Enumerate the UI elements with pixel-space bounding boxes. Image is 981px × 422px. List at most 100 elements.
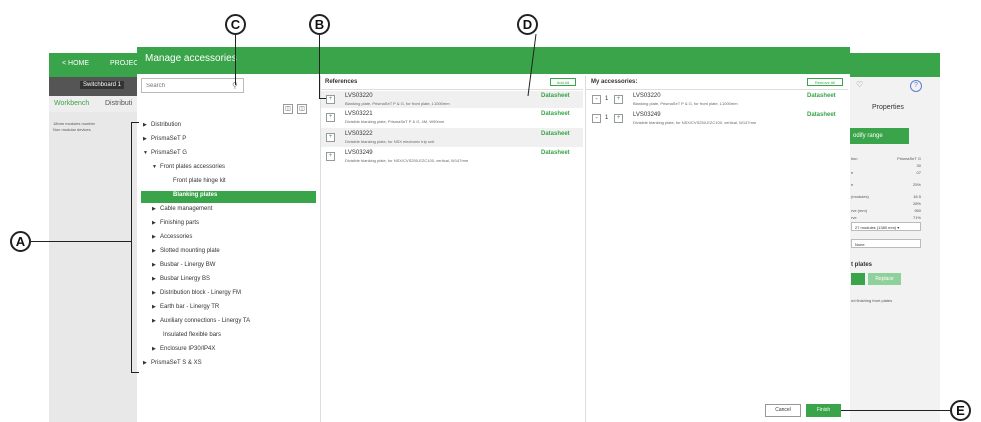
minus-icon[interactable]: - [592,95,601,104]
plus-icon[interactable]: + [614,114,623,123]
tree-item-prismaset-p[interactable]: ▶ PrismaSeT P [141,135,319,149]
cancel-button[interactable]: Cancel [765,404,801,417]
callout-b: B [309,14,330,35]
datasheet-link[interactable]: Datasheet [807,93,836,99]
reference-description: Divisible blanking plate, PrismaSeT P & … [345,119,445,124]
references-header: References [325,79,358,85]
bell-icon[interactable]: ♡ [856,80,863,89]
add-icon[interactable]: + [326,95,335,104]
tree-item-auxiliary-connections[interactable]: ▶ Auxiliary connections - Linergy TA [141,317,319,331]
minus-icon[interactable]: - [592,114,601,123]
tree-item-earth-bar[interactable]: ▶ Earth bar - Linergy TR [141,303,319,317]
accessory-description: Blanking plate, PrismaSeT P & G, for fro… [633,101,738,106]
tree-item-insulated-flexible-bars[interactable]: Insulated flexible bars [141,331,319,345]
tree-item-distribution[interactable]: ▶ Distribution [141,121,319,135]
finishing-text: ed finishing front plates [851,298,893,303]
accessory-code: LVS03249 [633,112,661,118]
callout-bracket [131,122,132,373]
quantity-value: 1 [605,96,609,102]
expand-arrow-icon: ▶ [152,290,156,296]
tree-item-prismaset-s-xs[interactable]: ▶ PrismaSeT S & XS [141,359,319,373]
column-divider [585,76,586,422]
expand-all-icon[interactable]: ◫ [297,104,307,114]
callout-bracket [131,372,139,373]
expand-arrow-icon: ▶ [152,262,156,268]
modules-select[interactable]: 27 modules (1380 mm) ▾ [851,222,921,231]
expand-arrow-icon: ▶ [152,220,156,226]
modify-range-button[interactable]: odify range [849,128,909,144]
collapse-arrow-icon: ▼ [152,164,157,170]
tree-item-front-plates-accessories[interactable]: ▼ Front plates accessories [141,163,319,177]
reference-description: Blanking plate, PrismaSeT P & G, for fro… [345,101,450,106]
datasheet-link[interactable]: Datasheet [541,150,570,156]
dialog-title: Manage accessories [145,53,237,64]
expand-arrow-icon: ▶ [152,234,156,240]
remove-all-button[interactable]: Remove All [807,78,843,86]
tab-properties[interactable]: Properties [872,104,904,111]
add-icon[interactable]: + [326,113,335,122]
datasheet-link[interactable]: Datasheet [541,111,570,117]
add-icon[interactable]: + [326,152,335,161]
callout-e: E [950,400,971,421]
reference-row: + LVS03220 Blanking plate, PrismaSeT P &… [321,91,583,108]
expand-arrow-icon: ▶ [143,122,147,128]
accessory-row: - 1 + LVS03220 Blanking plate, PrismaSeT… [586,91,848,109]
tree-item-finishing-parts[interactable]: ▶ Finishing parts [141,219,319,233]
callout-line [31,241,131,242]
callout-line [235,35,236,85]
my-accessories-header: My accessories: [591,79,638,85]
properties-rows: tion PrismaSeT G 30 e 07 e 25% (modules) 18.… [851,156,921,220]
replace-button[interactable]: Replace [868,273,901,285]
divider [586,89,848,90]
expand-arrow-icon: ▶ [152,318,156,324]
finish-button[interactable]: Finish [806,404,841,417]
reference-description: Divisible blanking plate, for NSX/CVS250… [345,158,469,163]
tab-distribution[interactable]: Distributi [105,100,132,107]
help-icon[interactable]: ? [910,80,922,92]
add-icon[interactable]: + [326,133,335,142]
tree-item-cable-management[interactable]: ▶ Cable management [141,205,319,219]
callout-line [319,98,326,99]
datasheet-link[interactable]: Datasheet [541,131,570,137]
datasheet-link[interactable]: Datasheet [807,112,836,118]
tree-item-accessories[interactable]: ▶ Accessories [141,233,319,247]
reference-code: LVS03249 [345,150,373,156]
tree-item-distribution-block[interactable]: ▶ Distribution block - Linergy FM [141,289,319,303]
add-plate-button[interactable] [851,273,865,285]
option-select[interactable]: None [851,239,921,248]
home-link[interactable]: < HOME [62,60,89,67]
plus-icon[interactable]: + [614,95,623,104]
callout-c: C [225,14,246,35]
expand-arrow-icon: ▶ [143,360,147,366]
datasheet-link[interactable]: Datasheet [541,93,570,99]
front-plates-heading: t plates [851,262,873,268]
tree-item-enclosure[interactable]: ▶ Enclosure IP30/IP4X [141,345,319,359]
expand-arrow-icon: ▶ [143,136,147,142]
reference-row: + LVS03222 Divisible blanking plate, for… [321,128,583,147]
switchboard-selector[interactable]: Switchboard 1 [80,81,125,89]
callout-line [527,34,537,96]
reference-row: + LVS03221 Divisible blanking plate, Pri… [321,108,583,128]
tab-workbench[interactable]: Workbench [54,100,89,107]
expand-arrow-icon: ▶ [152,206,156,212]
tree-item-busbar-linergy-bw[interactable]: ▶ Busbar - Linergy BW [141,261,319,275]
reference-code: LVS03222 [345,131,373,137]
accessory-description: Divisible blanking plate, for NSX/CVS250… [633,120,757,125]
collapse-all-icon[interactable]: ◫ [283,104,293,114]
collapse-arrow-icon: ▼ [143,150,148,156]
tree-item-prismaset-g[interactable]: ▼ PrismaSeT G [141,149,319,163]
tree-item-slotted-mounting-plate[interactable]: ▶ Slotted mounting plate [141,247,319,261]
add-all-button[interactable]: Add All [550,78,576,86]
tree-item-busbar-linergy-bs[interactable]: ▶ Busbar Linergy BS [141,275,319,289]
tree-item-blanking-plates[interactable]: Blanking plates [141,191,319,205]
expand-arrow-icon: ▶ [152,304,156,310]
info-line: Non modular devices [53,127,91,132]
home-label: HOME [68,60,90,67]
accessory-row: - 1 + LVS03249 Divisible blanking plate,… [586,109,848,127]
tree-item-front-plate-hinge-kit[interactable]: Front plate hinge kit [141,177,319,191]
quantity-value: 1 [605,115,609,121]
search-input[interactable] [141,78,244,93]
search-icon[interactable]: ⚲ [232,81,241,90]
callout-line [319,35,320,98]
reference-description: Divisible blanking plate, for NSX electr… [345,139,435,144]
